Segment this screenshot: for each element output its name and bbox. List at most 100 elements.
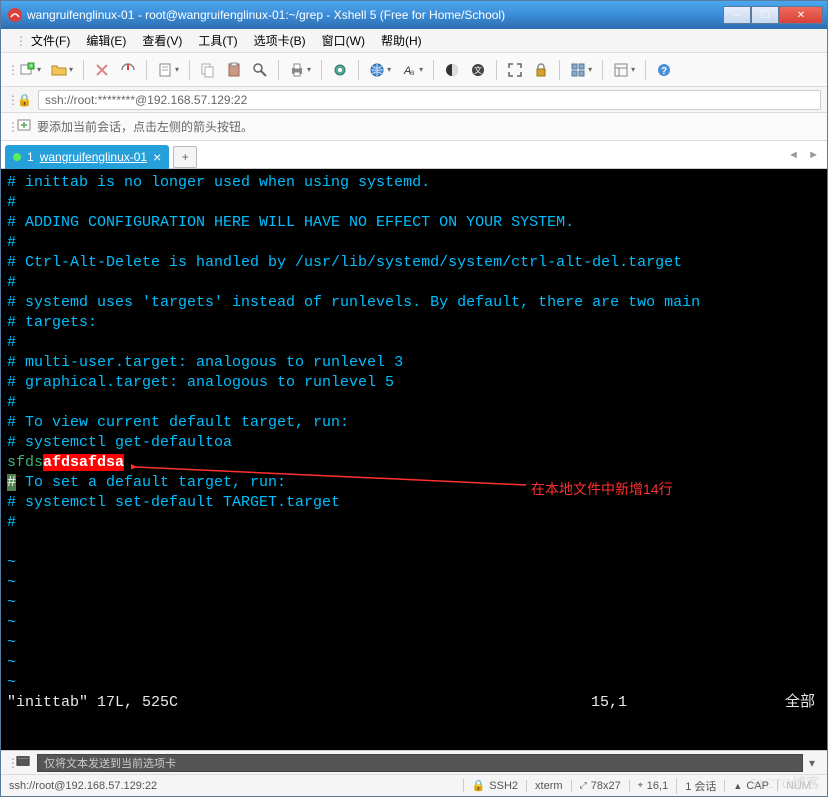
tab-nav-arrows[interactable]: ◄ ► [788,149,823,161]
lock-icon: 🔒 [472,779,486,792]
reconnect-button[interactable] [90,58,114,82]
svg-text:a: a [410,68,415,77]
grip-icon: ⋮ [7,63,13,77]
menu-help[interactable]: 帮助(H) [375,30,428,51]
annotation-text: 在本地文件中新增14行 [531,479,673,499]
session-tab[interactable]: 1 wangruifenglinux-01 × [5,145,169,169]
window-buttons: ─ ☐ ✕ [723,6,823,24]
terminal-line: # [7,193,821,213]
help-button[interactable]: ? [652,58,676,82]
properties-button[interactable]: ▾ [153,58,183,82]
font-button[interactable]: Aa▾ [397,58,427,82]
terminal-line: # [7,333,821,353]
address-input[interactable]: ssh://root:********@192.168.57.129:22 [38,90,821,110]
copy-button[interactable] [196,58,220,82]
toolbar: ⋮ +▾ ▾ ▾ ▾ ▾ Aa▾ 文 ▾ ▾ ? [1,53,827,87]
app-icon [7,7,23,23]
new-session-button[interactable]: +▾ [15,58,45,82]
terminal-line: # [7,513,821,533]
input-bar: ⋮ 仅将文本发送到当前选项卡 ▾ [1,750,827,774]
session-add-icon[interactable] [17,117,33,136]
globe-button[interactable]: ▾ [365,58,395,82]
watermark: 51CTO博客 [750,773,820,793]
paste-button[interactable] [222,58,246,82]
terminal-line: # graphical.target: analogous to runleve… [7,373,821,393]
terminal-line: ~ [7,593,821,613]
menu-file[interactable]: 文件(F) [25,30,76,51]
settings-button[interactable] [328,58,352,82]
grip-icon: ⋮ [9,32,21,50]
menu-tabs[interactable]: 选项卡(B) [248,30,312,51]
terminal-line: # [7,273,821,293]
terminal-line: ~ [7,573,821,593]
terminal-line: # To view current default target, run: [7,413,821,433]
infobar: ⋮ 要添加当前会话，点击左侧的箭头按钮。 [1,113,827,141]
terminal-line: # Ctrl-Alt-Delete is handled by /usr/lib… [7,253,821,273]
menubar: ⋮ 文件(F) 编辑(E) 查看(V) 工具(T) 选项卡(B) 窗口(W) 帮… [1,29,827,53]
lock-button[interactable] [529,58,553,82]
terminal-line: ~ [7,613,821,633]
fullscreen-button[interactable] [503,58,527,82]
terminal-line: # ADDING CONFIGURATION HERE WILL HAVE NO… [7,213,821,233]
terminal-line: # To set a default target, run: [7,473,821,493]
tile-button[interactable]: ▾ [566,58,596,82]
status-dot-icon [13,153,21,161]
terminal-line: # systemctl get-defaultoa [7,433,821,453]
lock-icon: 🔒 [17,93,32,107]
terminal-line: ~ [7,553,821,573]
close-button[interactable]: ✕ [779,6,823,24]
menu-window[interactable]: 窗口(W) [316,30,371,51]
tab-index: 1 [27,150,34,164]
status-size: ⤢ 78x27 [571,780,629,792]
vim-status-line: "inittab" 17L, 525C15,1全部 [7,693,821,713]
terminal-line: # multi-user.target: analogous to runlev… [7,353,821,373]
grip-icon: ⋮ [7,120,13,134]
svg-text:?: ? [661,66,667,77]
color-scheme-button[interactable] [440,58,464,82]
app-window: wangruifenglinux-01 - root@wangruifengli… [0,0,828,797]
terminal-line: ~ [7,673,821,693]
svg-text:+: + [29,63,33,70]
terminal-line: sfdsafdsafdsa [7,453,821,473]
statusbar: ssh://root@192.168.57.129:22 🔒SSH2 xterm… [1,774,827,796]
terminal[interactable]: # inittab is no longer used when using s… [1,169,827,750]
addressbar: ⋮ 🔒 ssh://root:********@192.168.57.129:2… [1,87,827,113]
find-button[interactable] [248,58,272,82]
menu-view[interactable]: 查看(V) [136,30,188,51]
new-tab-button[interactable]: + [173,146,197,168]
tabbar: 1 wangruifenglinux-01 × + ◄ ► [1,141,827,169]
input-dropdown[interactable]: ▾ [803,756,821,770]
menu-edit[interactable]: 编辑(E) [80,30,132,51]
status-sessions: 1 会话 [676,778,724,794]
print-button[interactable]: ▾ [285,58,315,82]
input-placeholder: 仅将文本发送到当前选项卡 [44,755,176,771]
encoding-button[interactable]: 文 [466,58,490,82]
window-title: wangruifenglinux-01 - root@wangruifengli… [27,8,723,22]
address-value: ssh://root:********@192.168.57.129:22 [45,93,247,107]
terminal-line: # systemd uses 'targets' instead of runl… [7,293,821,313]
send-icon[interactable] [16,754,30,771]
terminal-line [7,533,821,553]
command-input[interactable]: 仅将文本发送到当前选项卡 [37,754,803,772]
titlebar: wangruifenglinux-01 - root@wangruifengli… [1,1,827,29]
status-connection: ssh://root@192.168.57.129:22 [9,780,463,792]
terminal-line: # inittab is no longer used when using s… [7,173,821,193]
maximize-button[interactable]: ☐ [751,6,779,24]
terminal-line: ~ [7,653,821,673]
tab-label: wangruifenglinux-01 [40,150,147,164]
status-term: xterm [526,780,571,792]
layout-button[interactable]: ▾ [609,58,639,82]
terminal-line: # [7,393,821,413]
terminal-line: # systemctl set-default TARGET.target [7,493,821,513]
open-button[interactable]: ▾ [47,58,77,82]
menu-tools[interactable]: 工具(T) [192,30,243,51]
infobar-text: 要添加当前会话，点击左侧的箭头按钮。 [37,118,253,135]
status-ssh: 🔒SSH2 [463,779,526,792]
terminal-line: # targets: [7,313,821,333]
terminal-line: # [7,233,821,253]
terminal-line: ~ [7,633,821,653]
tab-close-icon[interactable]: × [153,149,161,165]
minimize-button[interactable]: ─ [723,6,751,24]
grip-icon: ⋮ [7,93,13,107]
disconnect-button[interactable] [116,58,140,82]
